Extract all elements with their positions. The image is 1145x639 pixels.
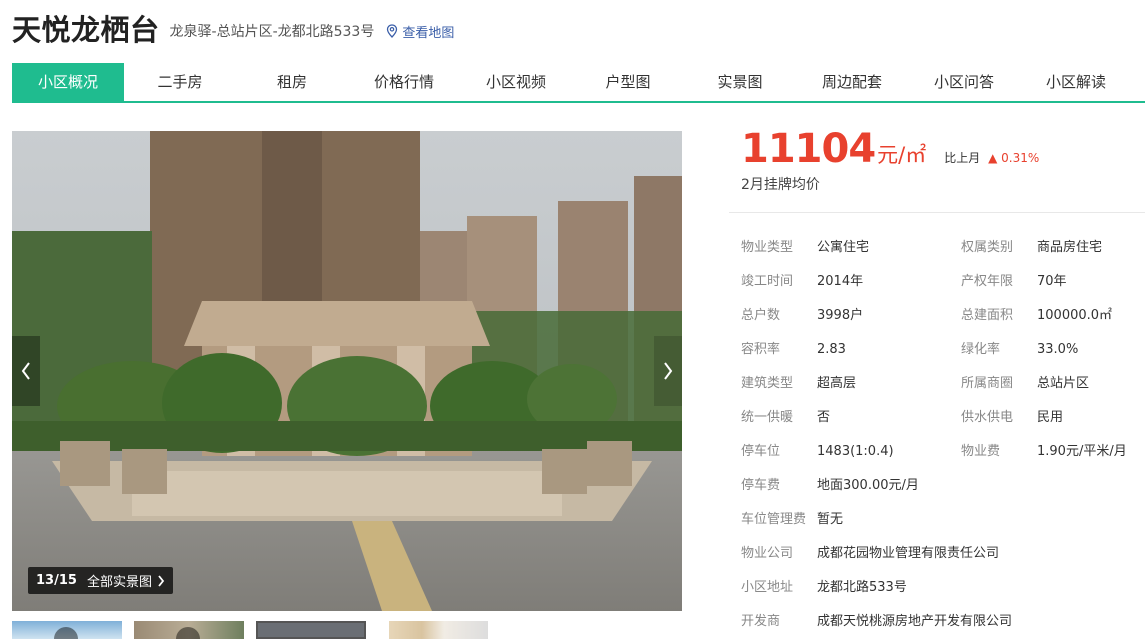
tab-price-trend[interactable]: 价格行情: [348, 63, 460, 101]
info-business-district: 所属商圈 总站片区: [961, 376, 1090, 391]
info-parking-spaces: 停车位 1483(1:0.4): [741, 444, 894, 459]
photo-counter: 13/15: [36, 573, 77, 588]
info-greening-rate: 绿化率 33.0%: [961, 342, 1079, 357]
chevron-right-small-icon: [158, 574, 165, 587]
info-building-type: 建筑类型 超高层: [741, 376, 857, 391]
view-map-label: 查看地图: [402, 25, 455, 41]
chevron-left-icon: [21, 362, 30, 380]
thumbnail-video-1[interactable]: [12, 621, 122, 639]
prev-photo-button[interactable]: [12, 336, 40, 406]
info-central-heating: 统一供暖否: [741, 410, 831, 425]
info-developer: 开发商 成都天悦桃源房地产开发有限公司: [741, 614, 1013, 629]
info-property-company: 物业公司 成都花园物业管理有限责任公司: [741, 546, 1000, 561]
thumbnail-photo-4[interactable]: [378, 621, 488, 639]
info-utilities: 供水供电 民用: [961, 410, 1064, 425]
page-header: 天悦龙栖台 龙泉驿-总站片区-龙都北路533号 查看地图: [12, 8, 454, 48]
tab-surroundings[interactable]: 周边配套: [796, 63, 908, 101]
play-icon: [54, 627, 78, 639]
average-price: 11104: [741, 126, 876, 172]
chevron-right-icon: [664, 362, 673, 380]
price-change-value: 0.31%: [1001, 151, 1040, 165]
community-photo-scene: [12, 131, 682, 611]
info-total-area: 总建面积 100000.0㎡: [961, 308, 1113, 323]
info-parking-fee: 停车费 地面300.00元/月: [741, 478, 919, 493]
tab-overview[interactable]: 小区概况: [12, 63, 124, 101]
info-ownership-type: 权属类别 商品房住宅: [961, 240, 1103, 255]
price-panel: 11104 元/㎡ 比上月 ▲ 0.31% 2月挂牌均价: [741, 126, 1039, 194]
next-photo-button[interactable]: [654, 336, 682, 406]
play-icon: [176, 627, 200, 639]
info-completion-year: 竣工时间 2014年: [741, 274, 864, 289]
price-divider: [729, 212, 1145, 213]
view-map-link[interactable]: 查看地图: [386, 22, 454, 41]
info-plot-ratio: 容积率 2.83: [741, 342, 846, 357]
community-address: 龙泉驿-总站片区-龙都北路533号: [169, 24, 375, 40]
community-photo[interactable]: [12, 131, 682, 611]
info-property-type: 物业类型 公寓住宅: [741, 240, 870, 255]
thumbnail-photo-3[interactable]: [256, 621, 366, 639]
price-change: ▲ 0.31%: [988, 151, 1040, 165]
tab-rent[interactable]: 租房: [236, 63, 348, 101]
main-nav: 小区概况 二手房 租房 价格行情 小区视频 户型图 实景图 周边配套 小区问答 …: [12, 63, 1145, 103]
location-pin-icon: [387, 24, 398, 38]
tab-floor-plan[interactable]: 户型图: [572, 63, 684, 101]
all-photos-button[interactable]: 13/15 全部实景图: [28, 567, 173, 594]
price-unit: 元/㎡: [877, 143, 927, 167]
compare-label: 比上月: [944, 151, 981, 165]
info-property-fee: 物业费 1.90元/平米/月: [961, 444, 1127, 459]
info-parking-management-fee: 车位管理费 暂无: [741, 512, 844, 527]
price-label: 2月挂牌均价: [741, 177, 820, 193]
thumbnail-strip: [12, 621, 500, 639]
thumbnail-video-2[interactable]: [134, 621, 244, 639]
info-address: 小区地址 龙都北路533号: [741, 580, 907, 595]
month-compare: 比上月 ▲ 0.31%: [944, 149, 1039, 166]
community-title: 天悦龙栖台: [12, 13, 160, 47]
tab-photos[interactable]: 实景图: [684, 63, 796, 101]
info-property-term: 产权年限 70年: [961, 274, 1067, 289]
tab-analysis[interactable]: 小区解读: [1020, 63, 1132, 101]
all-photos-label: 全部实景图: [86, 575, 152, 590]
tab-secondhand[interactable]: 二手房: [124, 63, 236, 101]
info-households: 总户数 3998户: [741, 308, 864, 323]
tab-video[interactable]: 小区视频: [460, 63, 572, 101]
tab-qa[interactable]: 小区问答: [908, 63, 1020, 101]
